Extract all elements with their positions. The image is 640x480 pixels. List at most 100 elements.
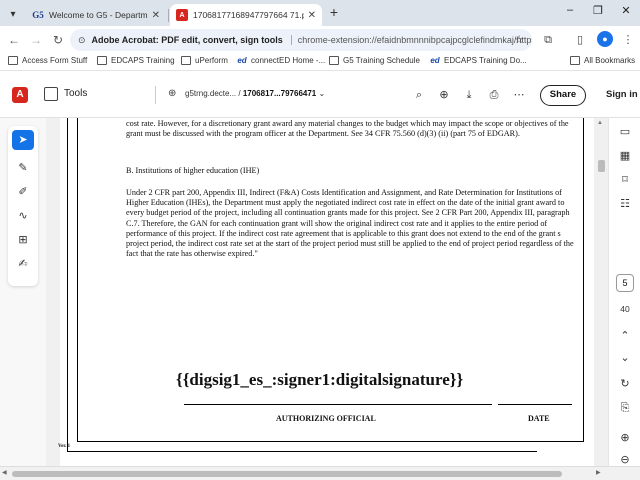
sign-in-link[interactable]: Sign in [606, 89, 638, 100]
quick-tools-panel: ➤ ✎ ✐ ∿ ⊞ ✍ [8, 126, 38, 286]
minimize-button[interactable]: – [560, 4, 580, 16]
rotate-icon[interactable]: ↻ [617, 376, 633, 392]
close-window-button[interactable]: ✕ [616, 4, 636, 17]
document-viewport[interactable]: EDGAR or program regulations. Any grant … [46, 118, 594, 466]
scroll-up-arrow-icon[interactable]: ▲ [597, 120, 603, 126]
page-border [67, 118, 68, 451]
g5-favicon-icon: G5 [32, 10, 44, 20]
address-bar[interactable]: ⊙ Adobe Acrobat: PDF edit, convert, sign… [70, 29, 532, 51]
bookmark-g5-training-schedule[interactable]: G5 Training Schedule [329, 56, 420, 65]
bookmark-star-icon[interactable]: ☆ [514, 33, 524, 46]
acrobat-logo-icon[interactable]: A [12, 87, 28, 103]
page-border [583, 118, 584, 441]
file-breadcrumb[interactable]: g5trng.decte... / 1706817...79766471 ⌄ [185, 89, 325, 98]
bookmark-label: EDCAPS Training [111, 56, 175, 65]
draw-freehand-icon[interactable]: ∿ [12, 206, 34, 226]
highlight-pen-icon[interactable]: ✐ [12, 182, 34, 202]
file-prefix: g5trng.decte... [185, 89, 237, 98]
tab-pdf[interactable]: A 17068177168947797664 71.pdf ✕ [170, 4, 322, 26]
tab-search-icon[interactable]: ▾ [6, 7, 20, 21]
signature-field[interactable]: {{digsig1_es_:signer1:digitalsignature}} [176, 370, 463, 390]
bookmark-label: All Bookmarks [584, 56, 636, 65]
text-box-icon[interactable]: ⊞ [12, 230, 34, 250]
site-label: Adobe Acrobat: PDF edit, convert, sign t… [91, 35, 283, 45]
zoom-in-icon[interactable]: ⊕ [617, 430, 633, 446]
url-text[interactable]: chrome-extension://efaidnbmnnnibpcajpcgl… [290, 35, 532, 45]
scroll-right-arrow-icon[interactable]: ▶ [596, 469, 601, 476]
close-tab-icon[interactable]: ✕ [152, 10, 160, 21]
page-up-icon[interactable]: ⌃ [617, 328, 633, 344]
zoom-icon[interactable]: ⊕ [437, 88, 451, 102]
folder-icon [570, 56, 580, 65]
menu-kebab-icon[interactable]: ⋮ [620, 32, 636, 48]
select-cursor-icon[interactable]: ➤ [12, 130, 34, 150]
comment-icon[interactable]: ▭ [617, 124, 633, 140]
site-info-icon[interactable]: ⊙ [78, 35, 86, 46]
layers-icon[interactable]: ☷ [617, 196, 633, 212]
add-comment-icon[interactable]: ✎ [12, 158, 34, 178]
file-name: 1706817...79766471 [242, 89, 317, 98]
bookmark-all-bookmarks[interactable]: All Bookmarks [570, 56, 635, 65]
bookmark-label: G5 Training Schedule [343, 56, 420, 65]
share-button[interactable]: Share [540, 85, 586, 106]
tab-title: Welcome to G5 - Department o [49, 10, 148, 20]
authorizing-official-label: AUTHORIZING OFFICIAL [276, 414, 376, 423]
vertical-scroll-thumb[interactable] [598, 160, 605, 172]
bookmark-edcaps-training[interactable]: EDCAPS Training [97, 56, 175, 65]
tools-button[interactable]: Tools [64, 88, 87, 99]
signature-icon[interactable]: ✍ [12, 254, 34, 274]
horizontal-scrollbar[interactable]: ◀ ▶ [0, 466, 640, 480]
print-icon[interactable]: ⎙ [487, 88, 501, 102]
header-divider [155, 86, 156, 104]
current-page-input[interactable]: 5 [616, 274, 634, 292]
page-border [77, 118, 78, 441]
bookmark-icon[interactable]: ⌑ [617, 172, 633, 188]
extensions-icon[interactable]: ⧉ [540, 32, 556, 48]
pdf-favicon-icon: A [176, 9, 188, 21]
download-icon[interactable]: ⤓ [462, 88, 476, 102]
scroll-left-arrow-icon[interactable]: ◀ [2, 469, 7, 476]
ed-icon: ed [430, 56, 440, 65]
chevron-down-icon[interactable]: ⌄ [318, 89, 325, 98]
tab-g5-welcome[interactable]: G5 Welcome to G5 - Department o ✕ [26, 4, 166, 26]
search-icon[interactable]: ⌕ [412, 88, 426, 102]
paragraph-budget-amend: EDGAR or program regulations. Any grant … [126, 119, 569, 139]
total-pages: 40 [620, 304, 630, 314]
bookmark-label: uPerform [195, 56, 228, 65]
thumbnails-icon[interactable]: ▦ [617, 148, 633, 164]
page-down-icon[interactable]: ⌄ [617, 350, 633, 366]
date-label: DATE [528, 414, 550, 423]
paragraph-ihe-rate: Under 2 CFR part 200, Appendix III, Indi… [126, 188, 574, 259]
restore-button[interactable]: ❐ [588, 4, 608, 17]
version-label: Ver. 1 [58, 444, 71, 449]
more-options-icon[interactable]: ⋯ [512, 88, 526, 102]
right-side-panel: ▭ ▦ ⌑ ☷ 5 40 ⌃ ⌄ ↻ ⎘ ⊕ ⊖ [608, 118, 640, 466]
tab-strip: ▾ G5 Welcome to G5 - Department o ✕ A 17… [0, 0, 640, 26]
new-tab-button[interactable]: + [326, 5, 342, 21]
forward-arrow-icon[interactable]: → [28, 32, 44, 48]
page-border [77, 441, 584, 442]
bookmark-uperform[interactable]: uPerform [181, 56, 228, 65]
profile-avatar[interactable]: ● [597, 31, 613, 47]
pdf-page: EDGAR or program regulations. Any grant … [58, 118, 594, 466]
acrobat-header: A Tools ⊕ g5trng.decte... / 1706817...79… [0, 72, 640, 118]
folder-icon [181, 56, 191, 65]
browser-toolbar: ← → ↻ ⊙ Adobe Acrobat: PDF edit, convert… [0, 26, 640, 54]
page-border [67, 451, 537, 452]
horizontal-scroll-thumb[interactable] [12, 471, 562, 477]
close-tab-icon[interactable]: ✕ [308, 10, 316, 21]
bookmark-connected-home[interactable]: ed connectED Home -... [237, 56, 325, 65]
side-panel-icon[interactable]: ▯ [572, 32, 588, 48]
globe-icon: ⊕ [168, 88, 177, 99]
vertical-scrollbar[interactable]: ▲ [594, 118, 608, 466]
reload-icon[interactable]: ↻ [50, 32, 66, 48]
bookmark-access-form-stuff[interactable]: Access Form Stuff [8, 56, 87, 65]
back-arrow-icon[interactable]: ← [6, 32, 22, 48]
bookmark-label: Access Form Stuff [22, 56, 88, 65]
folder-icon [329, 56, 339, 65]
page-tools-icon[interactable]: ⎘ [617, 400, 633, 416]
tools-grid-icon[interactable] [44, 87, 58, 101]
bookmark-edcaps-training-do[interactable]: ed EDCAPS Training Do... [430, 56, 527, 65]
bookmark-label: EDCAPS Training Do... [444, 56, 527, 65]
folder-icon [8, 56, 18, 65]
